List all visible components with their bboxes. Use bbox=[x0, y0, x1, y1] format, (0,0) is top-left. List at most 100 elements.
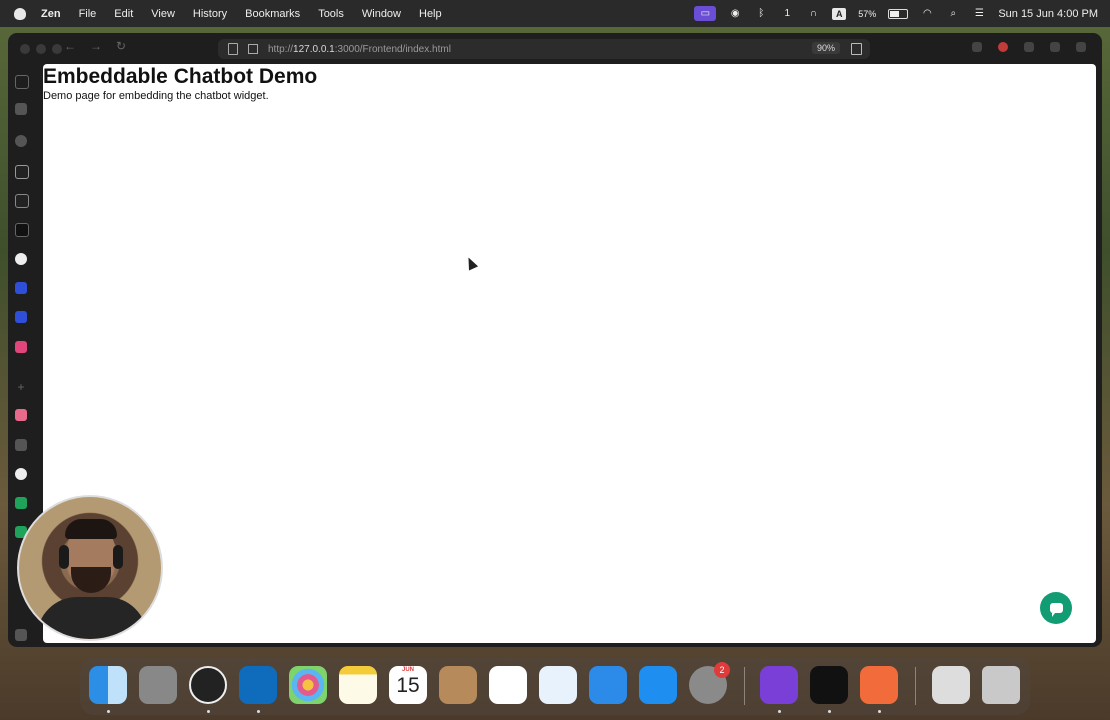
settings-gear-icon[interactable] bbox=[15, 135, 27, 147]
battery-fill bbox=[890, 10, 900, 17]
running-indicator bbox=[257, 710, 260, 713]
menu-bar: Zen File Edit View History Bookmarks Too… bbox=[0, 0, 1110, 27]
page-subtitle: Demo page for embedding the chatbot widg… bbox=[43, 90, 269, 102]
browser-toolbar: ← → ↻ http://127.0.0.1:3000/Frontend/ind… bbox=[8, 33, 1102, 63]
address-bar[interactable]: http://127.0.0.1:3000/Frontend/index.htm… bbox=[218, 39, 870, 59]
menu-edit[interactable]: Edit bbox=[114, 8, 133, 20]
pinned-tab-icon[interactable] bbox=[15, 194, 29, 208]
page-title: Embeddable Chatbot Demo bbox=[43, 65, 318, 88]
headphones-left bbox=[59, 545, 69, 569]
extension-puzzle-icon[interactable] bbox=[972, 42, 982, 52]
sidebar-toggle-icon[interactable] bbox=[15, 75, 29, 89]
running-indicator bbox=[207, 710, 210, 713]
reminders-icon[interactable] bbox=[489, 666, 527, 704]
outlook-icon[interactable] bbox=[239, 666, 277, 704]
new-tab-icon[interactable]: + bbox=[15, 381, 27, 393]
pinned-tab-icon[interactable] bbox=[15, 439, 27, 451]
clock[interactable]: Sun 15 Jun 4:00 PM bbox=[998, 8, 1098, 20]
menu-window[interactable]: Window bbox=[362, 8, 401, 20]
headphones-right bbox=[113, 545, 123, 569]
menu-file[interactable]: File bbox=[79, 8, 97, 20]
minimize-window-button[interactable] bbox=[36, 44, 46, 54]
pinned-tab-icon[interactable] bbox=[15, 223, 29, 237]
cursor-app-icon[interactable] bbox=[810, 666, 848, 704]
headphones-icon[interactable]: ∩ bbox=[806, 8, 820, 20]
forward-arrow-icon[interactable]: → bbox=[90, 39, 102, 53]
screen-record-icon[interactable]: ▭ bbox=[694, 6, 717, 21]
pinned-tab-icon[interactable] bbox=[15, 165, 29, 179]
site-info-icon[interactable] bbox=[248, 44, 258, 54]
github-desktop-icon[interactable] bbox=[760, 666, 798, 704]
home-icon[interactable] bbox=[15, 103, 27, 115]
mouse-cursor-icon bbox=[463, 255, 479, 271]
pinned-tab-icon[interactable] bbox=[15, 341, 27, 353]
finder-icon[interactable] bbox=[89, 666, 127, 704]
pinned-tab-icon[interactable] bbox=[15, 311, 27, 323]
zoom-level-badge[interactable]: 90% bbox=[811, 42, 840, 54]
extension-red-icon[interactable] bbox=[998, 42, 1008, 52]
pinned-tab-icon[interactable] bbox=[15, 409, 27, 421]
browser-window: ← → ↻ http://127.0.0.1:3000/Frontend/ind… bbox=[8, 33, 1102, 647]
spotify-icon[interactable]: ◉ bbox=[728, 8, 742, 20]
menu-tools[interactable]: Tools bbox=[318, 8, 344, 20]
freeform-icon[interactable] bbox=[539, 666, 577, 704]
battery-percent: 57% bbox=[858, 8, 877, 19]
notification-count: 1 bbox=[784, 8, 791, 19]
search-icon[interactable]: ⌕ bbox=[946, 8, 960, 20]
menu-help[interactable]: Help bbox=[419, 8, 442, 20]
running-indicator bbox=[878, 710, 881, 713]
chat-bubble-icon bbox=[1049, 603, 1063, 617]
close-window-button[interactable] bbox=[20, 44, 30, 54]
dock-separator bbox=[915, 667, 916, 705]
menu-view[interactable]: View bbox=[151, 8, 175, 20]
extension-leaf-icon[interactable] bbox=[1024, 42, 1034, 52]
launchpad-icon[interactable] bbox=[139, 666, 177, 704]
siri-icon[interactable] bbox=[189, 666, 227, 704]
notes-icon[interactable] bbox=[339, 666, 377, 704]
extension-icons bbox=[972, 42, 1086, 52]
control-center-icon[interactable]: ☰ bbox=[972, 8, 986, 20]
dock: JUN 15 2 bbox=[80, 657, 1030, 715]
url-text[interactable]: http://127.0.0.1:3000/Frontend/index.htm… bbox=[268, 44, 451, 55]
more-menu-icon[interactable] bbox=[1076, 42, 1086, 52]
reader-mode-icon[interactable] bbox=[851, 43, 862, 55]
running-indicator bbox=[778, 710, 781, 713]
status-area: ▭ ◉ ᛒ 1 ∩ A 57% ◠ ⌕ ☰ Sun 15 Jun 4:00 PM bbox=[694, 0, 1098, 27]
url-host: 127.0.0.1 bbox=[293, 43, 335, 55]
calendar-icon[interactable]: JUN 15 bbox=[389, 666, 427, 704]
menu-app-name[interactable]: Zen bbox=[41, 8, 61, 20]
download-icon[interactable] bbox=[15, 629, 27, 641]
downloads-stack-icon[interactable] bbox=[932, 666, 970, 704]
calendar-day: 15 bbox=[396, 674, 420, 697]
apple-logo-icon[interactable] bbox=[14, 7, 26, 20]
pinned-tab-icon[interactable] bbox=[15, 282, 27, 294]
input-source-icon[interactable]: A bbox=[832, 7, 847, 20]
window-controls bbox=[20, 44, 62, 54]
bluetooth-icon[interactable]: ᛒ bbox=[754, 8, 768, 20]
postman-icon[interactable] bbox=[860, 666, 898, 704]
app-store-icon[interactable] bbox=[639, 666, 677, 704]
keynote-icon[interactable] bbox=[589, 666, 627, 704]
menu-history[interactable]: History bbox=[193, 8, 227, 20]
pinned-tab-icon[interactable] bbox=[15, 497, 27, 509]
page-icon bbox=[228, 43, 238, 55]
contacts-icon[interactable] bbox=[439, 666, 477, 704]
menu-bookmarks[interactable]: Bookmarks bbox=[245, 8, 300, 20]
webcam-person-beard bbox=[71, 567, 111, 593]
zoom-window-button[interactable] bbox=[52, 44, 62, 54]
wifi-icon[interactable]: ◠ bbox=[920, 8, 934, 20]
battery-icon[interactable] bbox=[888, 8, 909, 19]
trash-icon[interactable] bbox=[982, 666, 1020, 704]
reload-icon[interactable]: ↻ bbox=[116, 39, 126, 53]
url-path: :3000/Frontend/index.html bbox=[334, 43, 451, 55]
running-indicator bbox=[828, 710, 831, 713]
chatbot-launcher-button[interactable] bbox=[1040, 592, 1072, 624]
photos-icon[interactable] bbox=[289, 666, 327, 704]
url-prefix: http:// bbox=[268, 43, 294, 55]
extension-box-icon[interactable] bbox=[1050, 42, 1060, 52]
pinned-tab-icon[interactable] bbox=[15, 468, 27, 480]
back-arrow-icon[interactable]: ← bbox=[64, 39, 76, 53]
dock-separator bbox=[744, 667, 745, 705]
settings-badge: 2 bbox=[714, 662, 730, 678]
pinned-tab-icon[interactable] bbox=[15, 253, 27, 265]
